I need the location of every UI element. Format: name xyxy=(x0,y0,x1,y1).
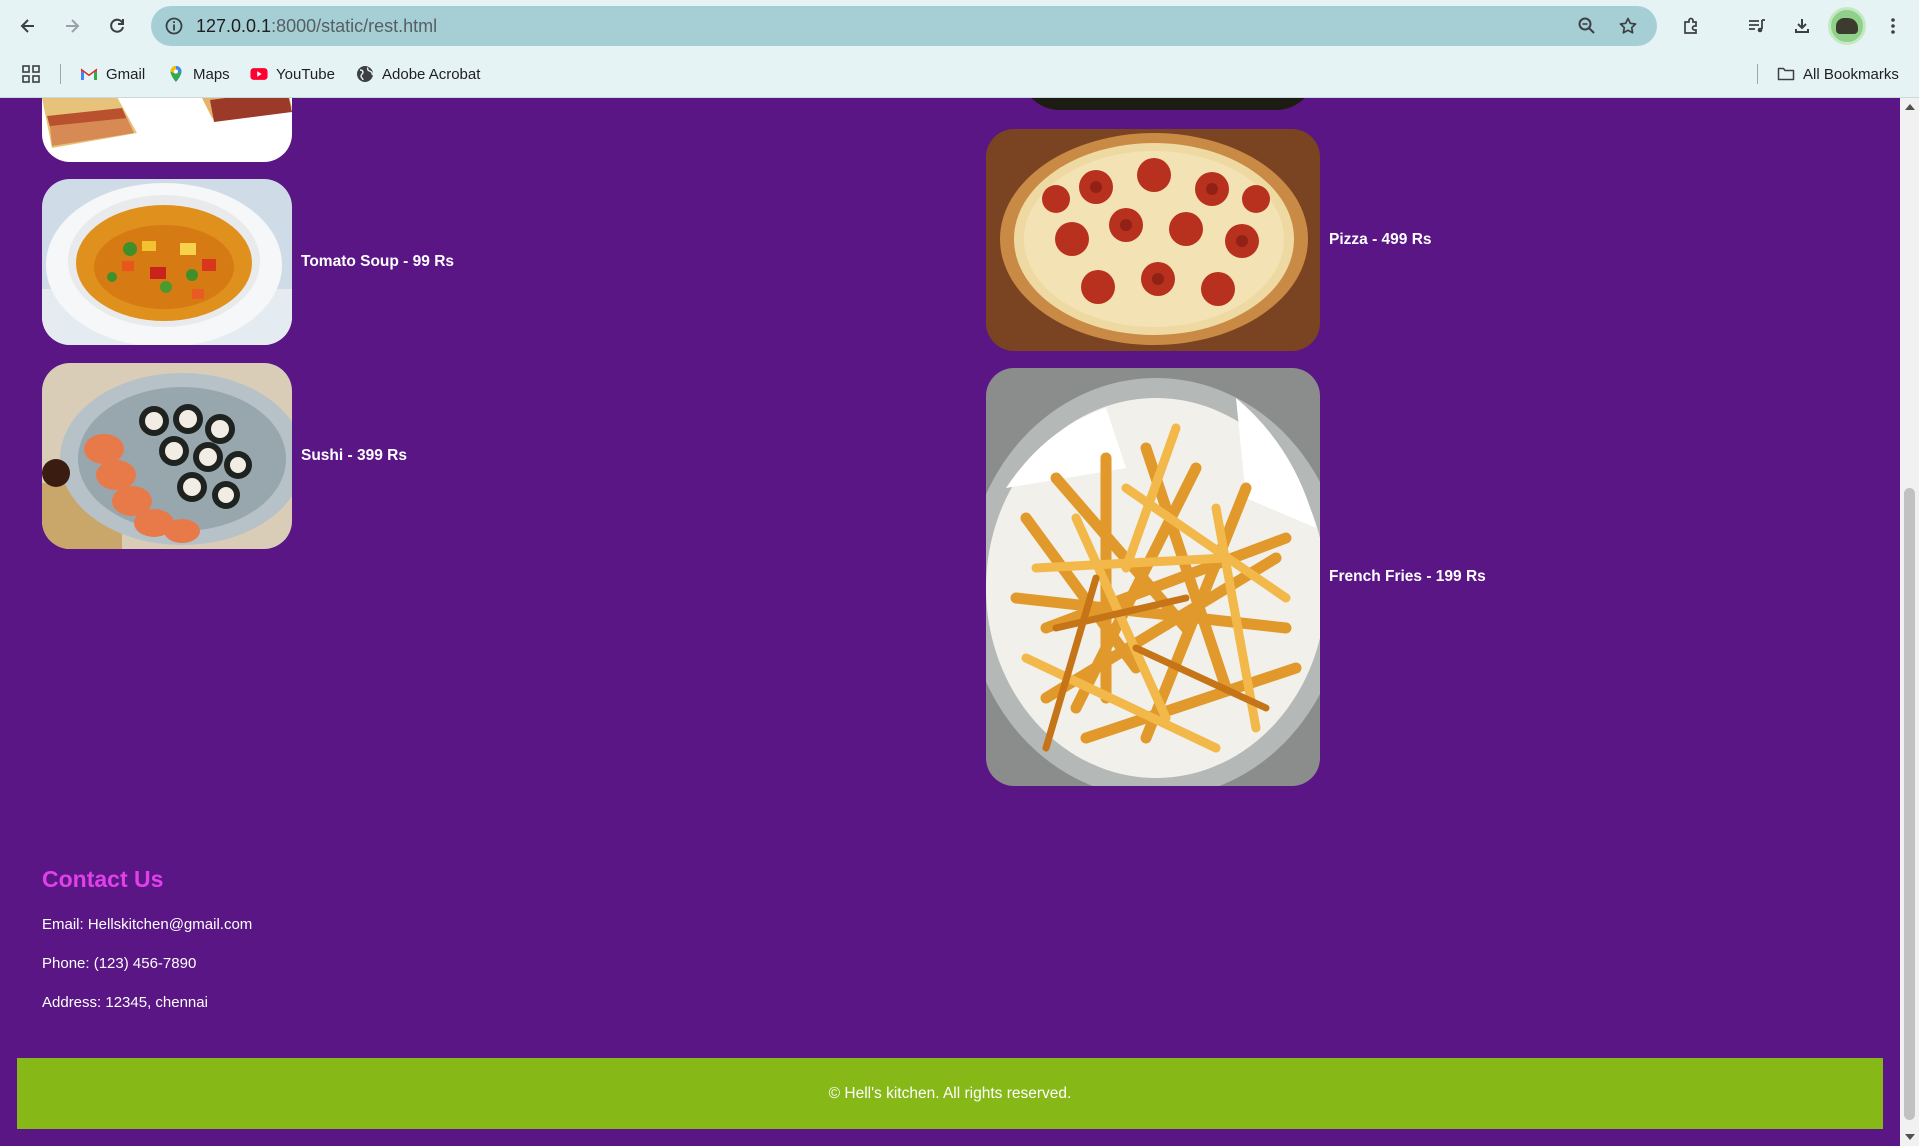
all-bookmarks-button[interactable]: All Bookmarks xyxy=(1777,61,1899,87)
back-button[interactable] xyxy=(11,9,45,43)
puzzle-icon xyxy=(1684,17,1697,34)
gmail-icon xyxy=(80,68,98,80)
bookmark-label: Adobe Acrobat xyxy=(382,65,481,83)
contact-heading: Contact Us xyxy=(42,866,164,892)
apps-button[interactable] xyxy=(22,61,40,87)
url-text[interactable]: 127.0.0.1:8000/static/rest.html xyxy=(196,6,437,46)
folder-icon xyxy=(1777,67,1795,81)
browser-chrome: 127.0.0.1:8000/static/rest.html Gmail Ma… xyxy=(0,0,1919,98)
bookmark-label: Gmail xyxy=(106,65,146,83)
youtube-icon xyxy=(250,68,268,80)
french-fries-image xyxy=(986,368,1320,786)
bookmarks-divider xyxy=(1757,64,1758,84)
tomato-soup-image xyxy=(42,179,292,345)
zoom-icon xyxy=(1578,17,1595,34)
forward-button[interactable] xyxy=(55,9,89,43)
menu-item-label: Pizza - 499 Rs xyxy=(1329,231,1432,248)
scroll-down-arrow-icon[interactable] xyxy=(1905,1134,1915,1140)
bookmark-gmail[interactable]: Gmail xyxy=(80,61,145,87)
media-control-button[interactable] xyxy=(1740,9,1774,43)
apps-grid-icon xyxy=(22,65,40,83)
bookmarks-divider xyxy=(60,64,61,84)
menu-item-tomato-soup[interactable]: Tomato Soup - 99 Rs xyxy=(42,179,454,345)
playlist-music-icon xyxy=(1749,19,1765,33)
bookmark-youtube[interactable]: YouTube xyxy=(250,61,335,87)
dish-rim xyxy=(1020,98,1316,110)
site-info-button[interactable] xyxy=(160,12,188,40)
info-icon xyxy=(165,17,183,35)
back-arrow-icon xyxy=(20,19,34,33)
forward-arrow-icon xyxy=(66,19,80,33)
sushi-image xyxy=(42,363,292,549)
dish-image-partial xyxy=(1020,98,1316,110)
footer-copyright: © Hell's kitchen. All rights reserved. xyxy=(828,1084,1072,1102)
contact-address: Address: 12345, chennai xyxy=(42,994,208,1011)
page-viewport: Tomato Soup - 99 Rs Sushi - 399 Rs Pizza… xyxy=(0,98,1900,1146)
maps-icon xyxy=(170,66,182,82)
page-scrollbar[interactable] xyxy=(1900,98,1919,1146)
menu-item-pizza[interactable]: Pizza - 499 Rs xyxy=(986,129,1432,351)
pizza-image xyxy=(986,129,1320,351)
menu-item-french-fries[interactable]: French Fries - 199 Rs xyxy=(986,368,1486,786)
bookmark-label: Maps xyxy=(193,65,230,83)
download-icon xyxy=(1795,19,1809,33)
scroll-up-arrow-icon[interactable] xyxy=(1905,104,1915,110)
browser-toolbar: 127.0.0.1:8000/static/rest.html xyxy=(0,0,1919,51)
bookmark-maps[interactable]: Maps xyxy=(167,61,230,87)
bookmark-label: YouTube xyxy=(276,65,335,83)
menu-item-sushi[interactable]: Sushi - 399 Rs xyxy=(42,363,407,549)
url-host: 127.0.0.1 xyxy=(196,16,272,36)
reload-icon xyxy=(110,18,124,33)
avatar-image xyxy=(1836,18,1858,34)
star-icon xyxy=(1619,17,1637,34)
menu-item-label: French Fries - 199 Rs xyxy=(1329,568,1486,585)
url-path: :8000/static/rest.html xyxy=(271,16,438,36)
profile-avatar[interactable] xyxy=(1828,7,1866,45)
extensions-button[interactable] xyxy=(1674,9,1708,43)
address-bar[interactable]: 127.0.0.1:8000/static/rest.html xyxy=(151,6,1657,46)
bookmarks-bar: Gmail Maps YouTube Adobe Acrobat All Boo… xyxy=(0,51,1919,98)
menu-item-label: Sushi - 399 Rs xyxy=(301,447,407,464)
scrollbar-thumb[interactable] xyxy=(1904,488,1915,1120)
bookmark-adobe-acrobat[interactable]: Adobe Acrobat xyxy=(356,61,480,87)
contact-email: Email: Hellskitchen@gmail.com xyxy=(42,916,253,933)
reload-button[interactable] xyxy=(100,9,134,43)
contact-section: Contact Us Email: Hellskitchen@gmail.com… xyxy=(42,866,252,1011)
sandwich-image xyxy=(42,98,292,162)
kebab-menu-icon xyxy=(1891,18,1895,34)
contact-phone: Phone: (123) 456-7890 xyxy=(42,955,197,972)
page-footer: © Hell's kitchen. All rights reserved. xyxy=(17,1058,1883,1129)
browser-menu-button[interactable] xyxy=(1876,9,1910,43)
all-bookmarks-label: All Bookmarks xyxy=(1803,65,1899,83)
globe-icon xyxy=(357,66,373,82)
menu-item-label: Tomato Soup - 99 Rs xyxy=(301,253,455,270)
downloads-button[interactable] xyxy=(1785,9,1819,43)
bookmark-star-button[interactable] xyxy=(1614,12,1642,40)
zoom-button[interactable] xyxy=(1573,12,1601,40)
